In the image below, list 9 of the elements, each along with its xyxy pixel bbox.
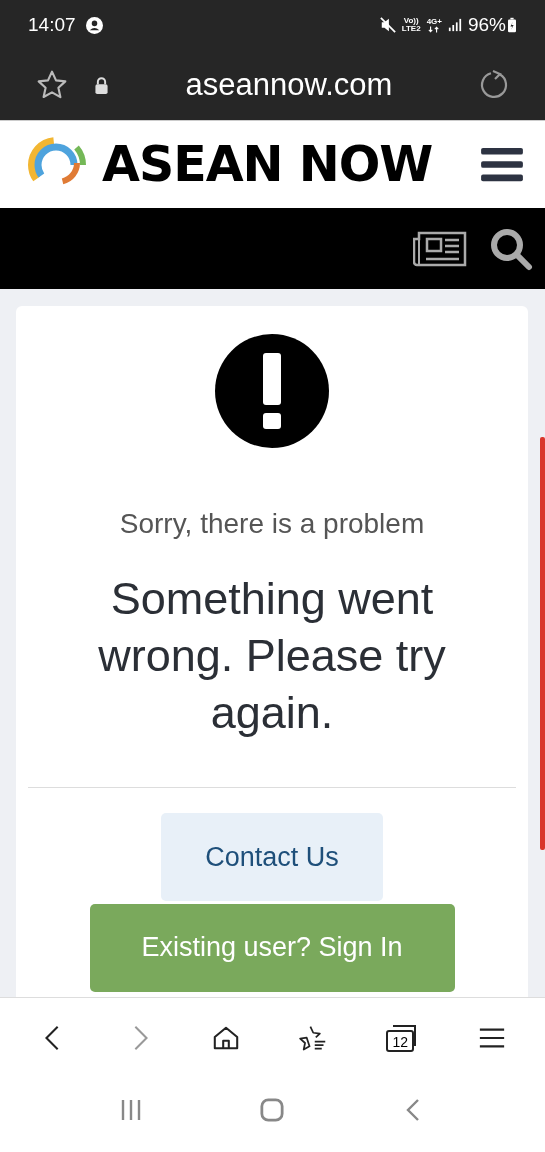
- error-message: Something went wrong. Please try again.: [97, 572, 447, 740]
- network-label: 4G+: [426, 17, 442, 26]
- clock-time: 14:07: [28, 14, 76, 36]
- contact-button[interactable]: Contact Us: [161, 813, 383, 901]
- site-logo-text[interactable]: ASEAN NOW: [102, 136, 433, 193]
- error-subtitle: Sorry, there is a problem: [119, 508, 425, 540]
- battery-percent: 96%: [467, 14, 506, 36]
- volte-label: Vo)): [403, 17, 419, 25]
- lte-label: LTE2: [401, 25, 421, 33]
